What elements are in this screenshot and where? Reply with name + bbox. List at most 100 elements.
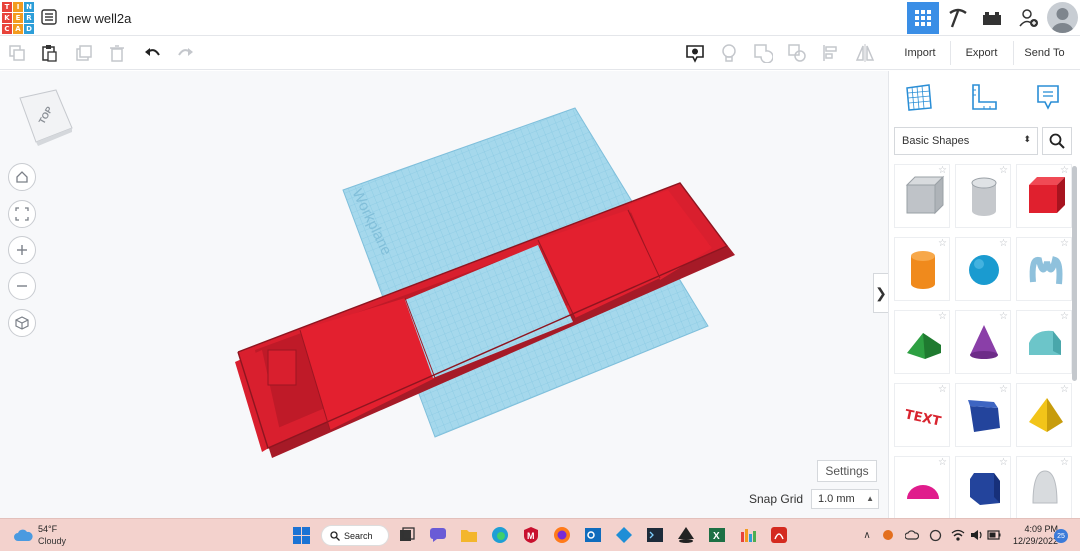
top-header: TIN KER CAD new well2a — [0, 0, 1080, 36]
inkscape-icon[interactable] — [675, 524, 697, 546]
shape-paraboloid[interactable]: ☆ — [1016, 456, 1072, 520]
export-button[interactable]: Export — [950, 41, 1012, 65]
zoom-in-icon[interactable] — [8, 236, 36, 264]
pickaxe-icon[interactable] — [942, 2, 974, 34]
perspective-icon[interactable] — [8, 309, 36, 337]
ruler-icon[interactable] — [966, 79, 1002, 115]
windows-start-icon[interactable] — [290, 524, 312, 546]
clock-date[interactable]: 12/29/2022 — [1002, 536, 1058, 546]
settings-button[interactable]: Settings — [817, 460, 877, 482]
svg-text:M: M — [527, 531, 535, 541]
shape-box-hole[interactable]: ☆ — [894, 164, 950, 228]
notes-visibility-icon[interactable] — [684, 42, 706, 64]
shape-sphere[interactable]: ☆ — [955, 237, 1011, 301]
shape-roof[interactable]: ☆ — [894, 310, 950, 374]
taskbar-search-label: Search — [344, 530, 373, 541]
shape-polygon[interactable]: ☆ — [955, 456, 1011, 520]
ungroup-icon[interactable] — [786, 42, 808, 64]
app-icon[interactable] — [613, 524, 635, 546]
file-explorer-icon[interactable] — [458, 524, 480, 546]
app2-icon[interactable] — [737, 524, 759, 546]
half-sphere-icon — [907, 485, 939, 499]
avatar[interactable] — [1047, 2, 1078, 33]
box-icon — [1029, 177, 1065, 213]
grid-view-icon[interactable] — [907, 2, 939, 34]
firefox-icon[interactable] — [551, 524, 573, 546]
shape-round-roof[interactable]: ☆ — [1016, 310, 1072, 374]
tray-sync-icon[interactable] — [928, 528, 942, 542]
align-icon[interactable] — [820, 42, 842, 64]
tray-app-icon[interactable] — [881, 528, 895, 542]
edit-toolbar: Import Export Send To — [0, 36, 1080, 70]
scene[interactable]: Workplane — [0, 71, 888, 518]
terminal-icon[interactable] — [644, 524, 666, 546]
workplane-icon[interactable] — [901, 79, 937, 115]
copy-icon[interactable] — [6, 42, 28, 64]
home-view-icon[interactable] — [8, 163, 36, 191]
undo-icon[interactable] — [142, 42, 164, 64]
excel-icon[interactable]: X — [706, 524, 728, 546]
shape-scribble[interactable]: ☆ — [1016, 237, 1072, 301]
select-arrows-icon: ⬍ — [1023, 134, 1031, 144]
logo-letter: C — [2, 24, 12, 34]
view-cube[interactable]: TOP — [16, 88, 76, 153]
taskbar-search[interactable]: Search — [321, 525, 389, 546]
svg-text:X: X — [713, 531, 720, 542]
edge-icon[interactable] — [489, 524, 511, 546]
battery-icon[interactable] — [987, 528, 1001, 542]
svg-text:TEXT: TEXT — [903, 407, 942, 429]
logo-letter: E — [13, 13, 23, 23]
shape-cylinder-hole[interactable]: ☆ — [955, 164, 1011, 228]
light-bulb-icon[interactable] — [718, 42, 740, 64]
cloud-icon[interactable] — [13, 527, 33, 543]
redo-icon[interactable] — [174, 42, 196, 64]
delete-icon[interactable] — [106, 42, 128, 64]
weather-desc[interactable]: Cloudy — [38, 536, 66, 546]
duplicate-icon[interactable] — [73, 42, 95, 64]
add-user-icon[interactable] — [1012, 2, 1044, 34]
wifi-icon[interactable] — [951, 528, 965, 542]
paste-icon[interactable] — [38, 42, 60, 64]
volume-icon[interactable] — [969, 528, 983, 542]
import-button[interactable]: Import — [891, 41, 949, 65]
tinkercad-logo[interactable]: TIN KER CAD — [2, 2, 34, 34]
panel-collapse-tab[interactable]: ❯ — [873, 273, 888, 313]
acrobat-icon[interactable] — [768, 524, 790, 546]
clock-time[interactable]: 4:09 PM — [1016, 524, 1058, 534]
dropdown-arrow-icon: ▲ — [866, 494, 874, 503]
chevron-up-icon[interactable]: ∧ — [860, 528, 874, 542]
shape-text[interactable]: ☆ TEXT — [894, 383, 950, 447]
shape-pyramid[interactable]: ☆ — [1016, 383, 1072, 447]
zoom-out-icon[interactable] — [8, 272, 36, 300]
mcafee-icon[interactable]: M — [520, 524, 542, 546]
search-icon — [330, 530, 340, 541]
shape-wedge[interactable]: ☆ — [955, 383, 1011, 447]
group-icon[interactable] — [752, 42, 774, 64]
paraboloid-icon — [1032, 470, 1058, 504]
search-icon — [1049, 133, 1065, 149]
shape-category-select[interactable]: Basic Shapes ⬍ — [894, 127, 1038, 155]
shape-box[interactable]: ☆ — [1016, 164, 1072, 228]
design-title[interactable]: new well2a — [67, 11, 131, 26]
chat-icon[interactable] — [427, 524, 449, 546]
notes-icon[interactable] — [1030, 79, 1066, 115]
mirror-icon[interactable] — [854, 42, 876, 64]
snap-grid-select[interactable]: 1.0 mm ▲ — [811, 489, 879, 509]
bricks-icon[interactable] — [976, 2, 1008, 34]
weather-temp[interactable]: 54°F — [38, 524, 57, 534]
tinkercad-app: TINKERCAD new well2a Import Export Send … — [0, 0, 1080, 520]
notification-badge[interactable]: 25 — [1054, 529, 1068, 543]
search-shapes-button[interactable] — [1042, 127, 1072, 155]
outlook-icon[interactable] — [582, 524, 604, 546]
design-list-icon[interactable] — [41, 9, 57, 25]
tray-cloud-icon[interactable] — [905, 528, 919, 542]
3d-viewport[interactable]: Workplane TOP ❯ — [0, 71, 888, 518]
shape-cone[interactable]: ☆ — [955, 310, 1011, 374]
shape-cylinder[interactable]: ☆ — [894, 237, 950, 301]
fit-view-icon[interactable] — [8, 200, 36, 228]
shape-half-sphere[interactable]: ☆ — [894, 456, 950, 520]
send-to-button[interactable]: Send To — [1013, 41, 1075, 65]
panel-scrollbar[interactable] — [1072, 166, 1077, 381]
task-view-icon[interactable] — [396, 524, 418, 546]
sphere-icon — [969, 255, 999, 285]
